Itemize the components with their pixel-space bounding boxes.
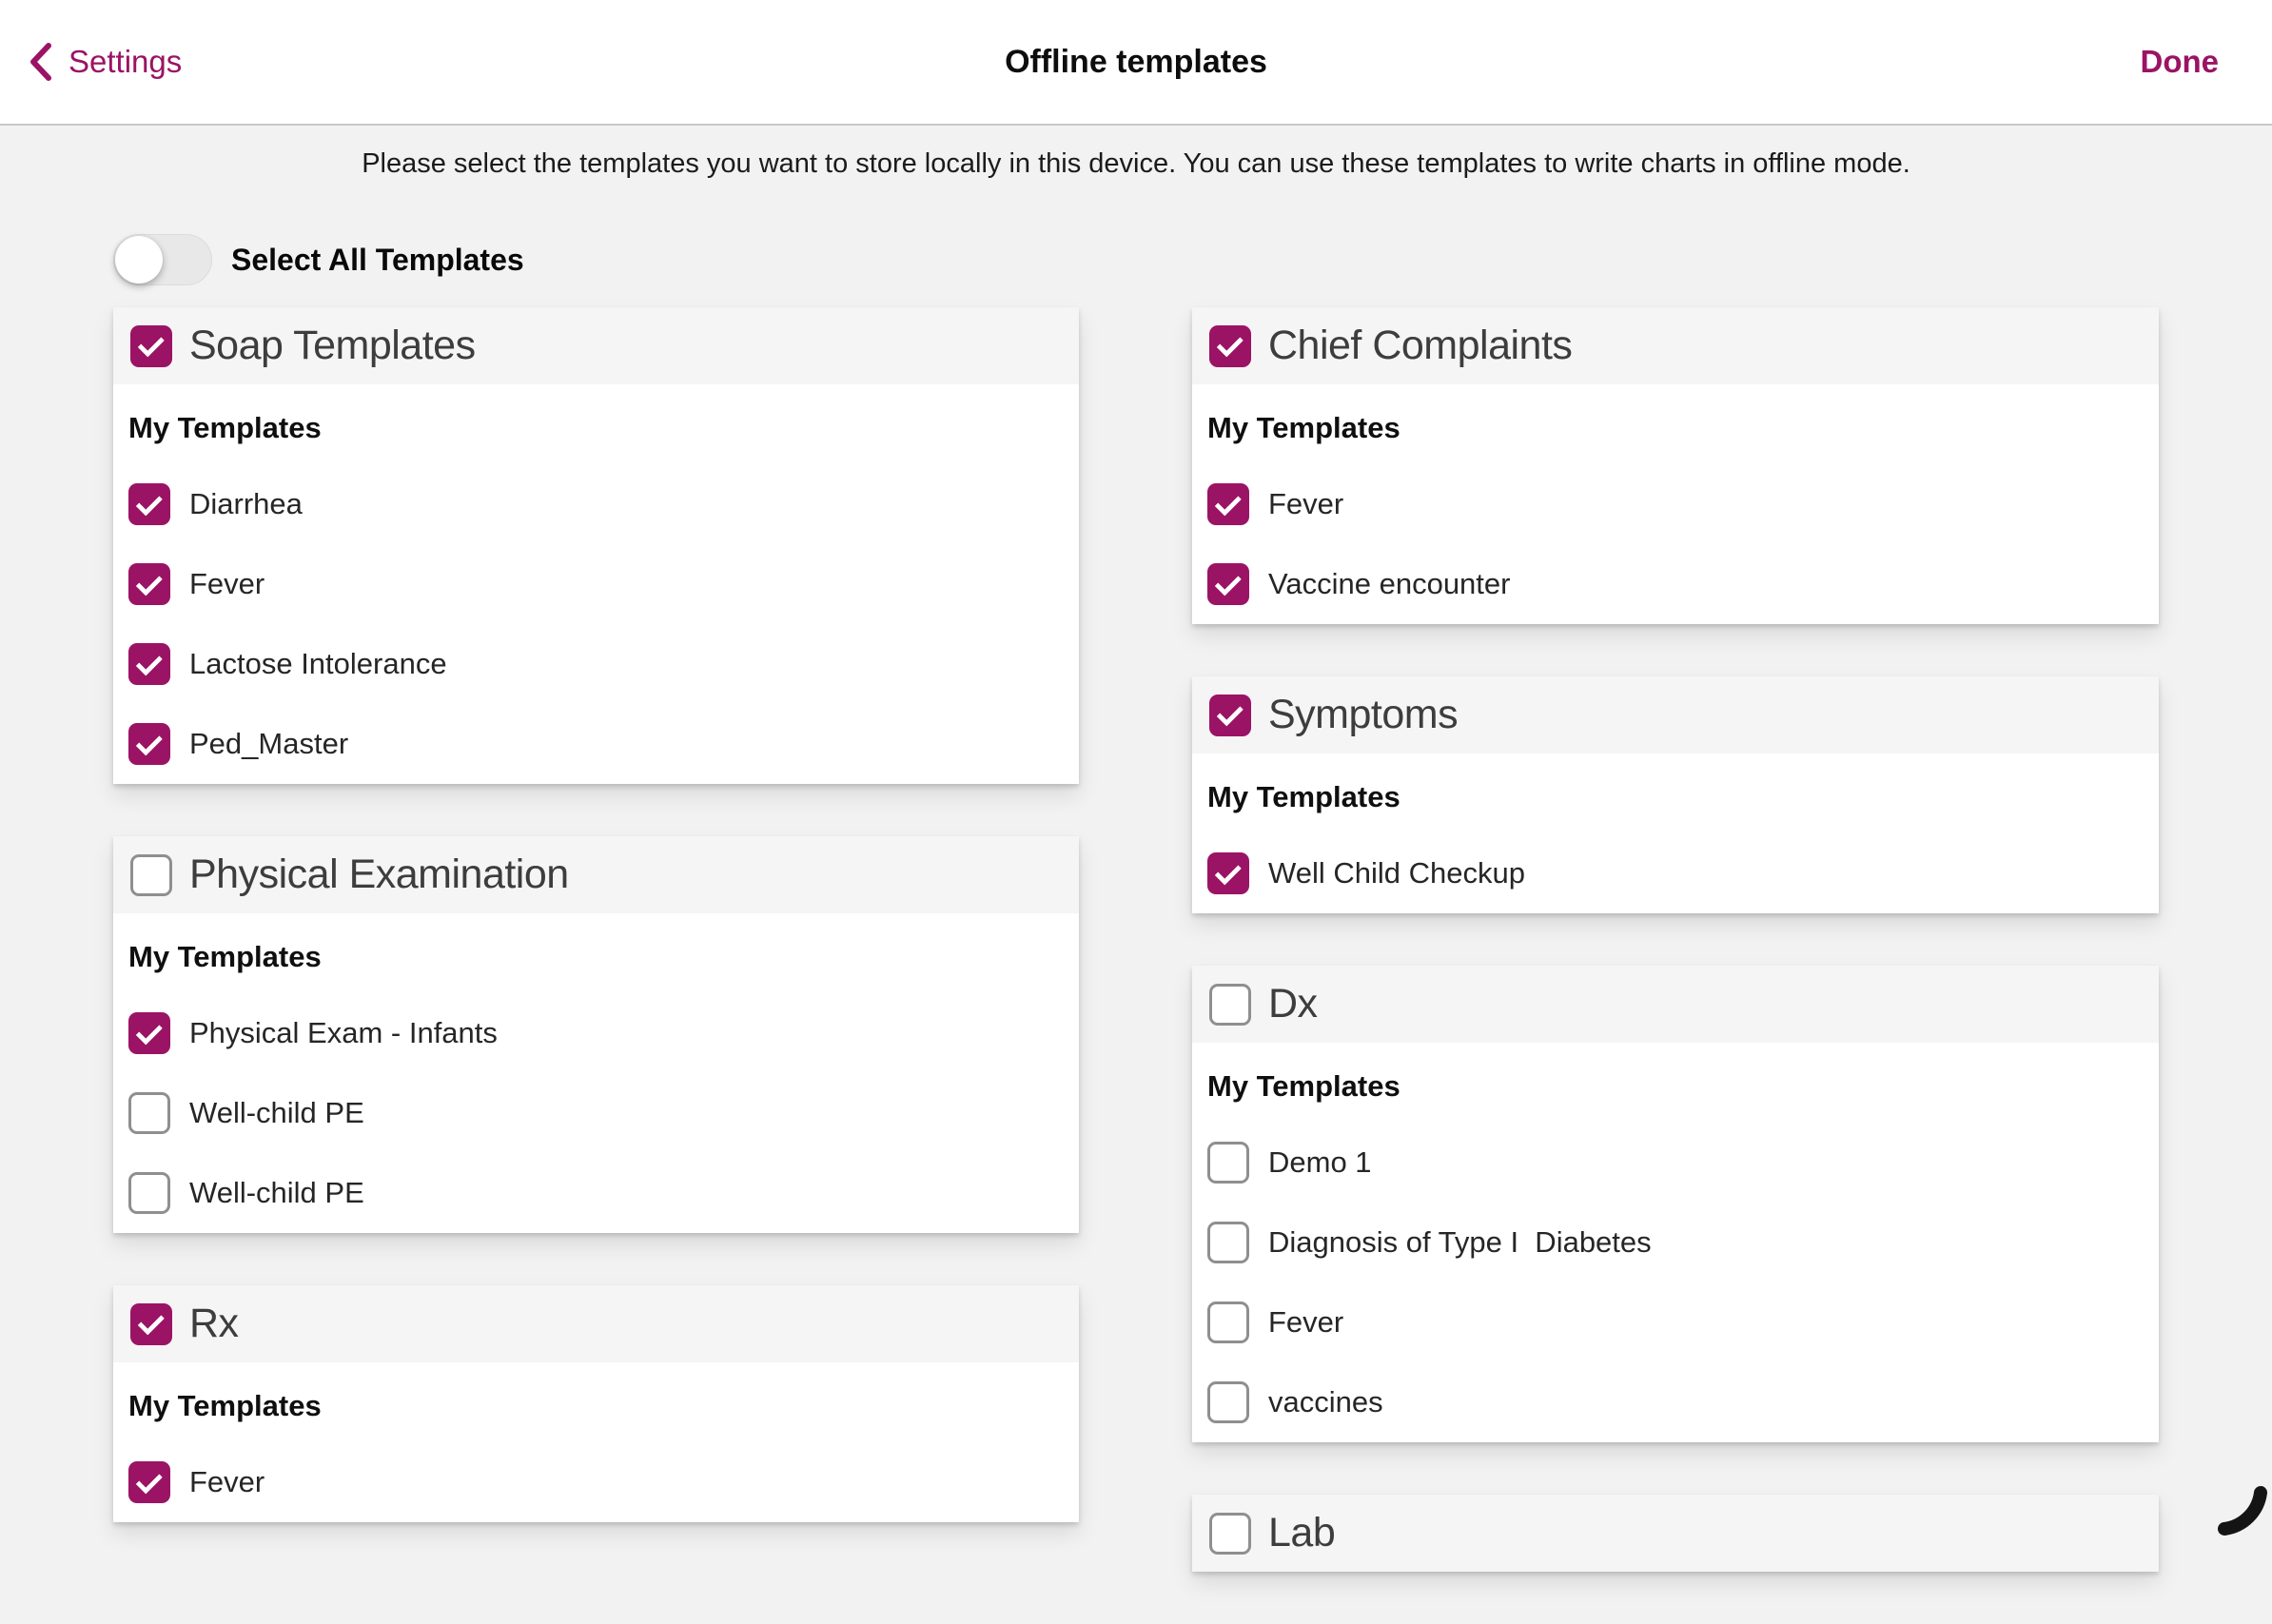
- category-body: My Templates Well Child Checkup: [1192, 753, 2159, 913]
- select-all-row: Select All Templates: [113, 234, 524, 285]
- template-category-card: Rx My Templates Fever: [113, 1285, 1079, 1522]
- category-title: Physical Examination: [189, 851, 569, 898]
- template-checkbox[interactable]: [128, 563, 170, 605]
- my-templates-label: My Templates: [1207, 411, 2136, 445]
- template-label: Fever: [1268, 1305, 1343, 1340]
- template-row: Fever: [1207, 1301, 2136, 1343]
- category-header: Chief Complaints: [1192, 307, 2159, 384]
- my-templates-label: My Templates: [128, 940, 1056, 974]
- template-label: Lactose Intolerance: [189, 647, 447, 681]
- my-templates-label: My Templates: [1207, 780, 2136, 814]
- template-row: Physical Exam - Infants: [128, 1012, 1056, 1054]
- template-label: Fever: [1268, 487, 1343, 521]
- template-category-card: Physical Examination My Templates Physic…: [113, 836, 1079, 1233]
- template-row: Diarrhea: [128, 483, 1056, 525]
- category-body: My Templates Fever Vaccine encounter: [1192, 384, 2159, 624]
- template-row: Fever: [128, 563, 1056, 605]
- corner-arc-doodle: [2200, 1468, 2272, 1544]
- category-header: Soap Templates: [113, 307, 1079, 384]
- category-title: Lab: [1268, 1510, 1335, 1556]
- template-label: Fever: [189, 1465, 264, 1499]
- template-checkbox[interactable]: [1207, 1301, 1249, 1343]
- template-row: Ped_Master: [128, 723, 1056, 765]
- category-header: Rx: [113, 1285, 1079, 1362]
- category-checkbox[interactable]: [130, 1303, 172, 1345]
- template-checkbox[interactable]: [1207, 483, 1249, 525]
- template-checkbox[interactable]: [128, 643, 170, 685]
- template-label: Ped_Master: [189, 727, 348, 761]
- template-checkbox[interactable]: [128, 1172, 170, 1214]
- category-title: Soap Templates: [189, 323, 476, 369]
- template-row: Well-child PE: [128, 1172, 1056, 1214]
- category-title: Chief Complaints: [1268, 323, 1572, 369]
- category-checkbox[interactable]: [1209, 325, 1251, 367]
- select-all-toggle[interactable]: [113, 234, 212, 285]
- my-templates-label: My Templates: [1207, 1069, 2136, 1104]
- template-row: Diagnosis of Type I Diabetes: [1207, 1222, 2136, 1263]
- template-category-card: Soap Templates My Templates Diarrhea Fev…: [113, 307, 1079, 784]
- template-row: Fever: [1207, 483, 2136, 525]
- category-title: Rx: [189, 1301, 239, 1347]
- my-templates-label: My Templates: [128, 411, 1056, 445]
- template-label: vaccines: [1268, 1385, 1383, 1419]
- template-checkbox[interactable]: [128, 1012, 170, 1054]
- done-button[interactable]: Done: [2141, 0, 2220, 124]
- template-checkbox[interactable]: [1207, 563, 1249, 605]
- template-category-card: Symptoms My Templates Well Child Checkup: [1192, 676, 2159, 913]
- category-header: Symptoms: [1192, 676, 2159, 753]
- category-checkbox[interactable]: [1209, 984, 1251, 1026]
- template-label: Physical Exam - Infants: [189, 1016, 498, 1050]
- category-checkbox[interactable]: [1209, 1513, 1251, 1555]
- template-row: Well-child PE: [128, 1092, 1056, 1134]
- templates-left-column: Soap Templates My Templates Diarrhea Fev…: [113, 307, 1079, 1575]
- page-title: Offline templates: [0, 0, 2272, 124]
- category-header: Physical Examination: [113, 836, 1079, 913]
- template-label: Well-child PE: [189, 1096, 364, 1130]
- template-label: Diarrhea: [189, 487, 303, 521]
- category-header: Lab: [1192, 1495, 2159, 1572]
- template-checkbox[interactable]: [128, 483, 170, 525]
- intro-text: Please select the templates you want to …: [0, 148, 2272, 180]
- template-row: Well Child Checkup: [1207, 852, 2136, 894]
- template-checkbox[interactable]: [128, 723, 170, 765]
- nav-bar: Settings Offline templates Done: [0, 0, 2272, 126]
- category-title: Dx: [1268, 981, 1318, 1027]
- category-checkbox[interactable]: [130, 325, 172, 367]
- template-label: Demo 1: [1268, 1145, 1372, 1180]
- templates-right-column: Chief Complaints My Templates Fever Vacc…: [1192, 307, 2159, 1624]
- select-all-label: Select All Templates: [231, 243, 524, 278]
- my-templates-label: My Templates: [128, 1389, 1056, 1423]
- template-checkbox[interactable]: [128, 1461, 170, 1503]
- category-checkbox[interactable]: [1209, 695, 1251, 736]
- category-title: Symptoms: [1268, 692, 1458, 738]
- template-label: Fever: [189, 567, 264, 601]
- template-category-card: Dx My Templates Demo 1 Diagnosis of Type…: [1192, 966, 2159, 1442]
- template-category-card: Chief Complaints My Templates Fever Vacc…: [1192, 307, 2159, 624]
- template-checkbox[interactable]: [128, 1092, 170, 1134]
- template-label: Diagnosis of Type I Diabetes: [1268, 1225, 1652, 1260]
- category-body: My Templates Fever: [113, 1362, 1079, 1522]
- category-body: My Templates Diarrhea Fever Lactose Into…: [113, 384, 1079, 784]
- back-button[interactable]: Settings: [29, 0, 182, 124]
- template-row: Demo 1: [1207, 1142, 2136, 1184]
- template-row: Fever: [128, 1461, 1056, 1503]
- category-body: My Templates Demo 1 Diagnosis of Type I …: [1192, 1043, 2159, 1442]
- back-label: Settings: [69, 44, 182, 80]
- template-category-card: Lab: [1192, 1495, 2159, 1572]
- template-checkbox[interactable]: [1207, 1381, 1249, 1423]
- template-checkbox[interactable]: [1207, 852, 1249, 894]
- template-row: Vaccine encounter: [1207, 563, 2136, 605]
- template-row: Lactose Intolerance: [128, 643, 1056, 685]
- category-body: My Templates Physical Exam - Infants Wel…: [113, 913, 1079, 1233]
- category-header: Dx: [1192, 966, 2159, 1043]
- template-label: Vaccine encounter: [1268, 567, 1510, 601]
- category-checkbox[interactable]: [130, 854, 172, 896]
- chevron-left-icon: [29, 41, 53, 83]
- template-label: Well-child PE: [189, 1176, 364, 1210]
- toggle-knob: [115, 236, 163, 284]
- template-checkbox[interactable]: [1207, 1142, 1249, 1184]
- template-row: vaccines: [1207, 1381, 2136, 1423]
- template-checkbox[interactable]: [1207, 1222, 1249, 1263]
- template-label: Well Child Checkup: [1268, 856, 1525, 890]
